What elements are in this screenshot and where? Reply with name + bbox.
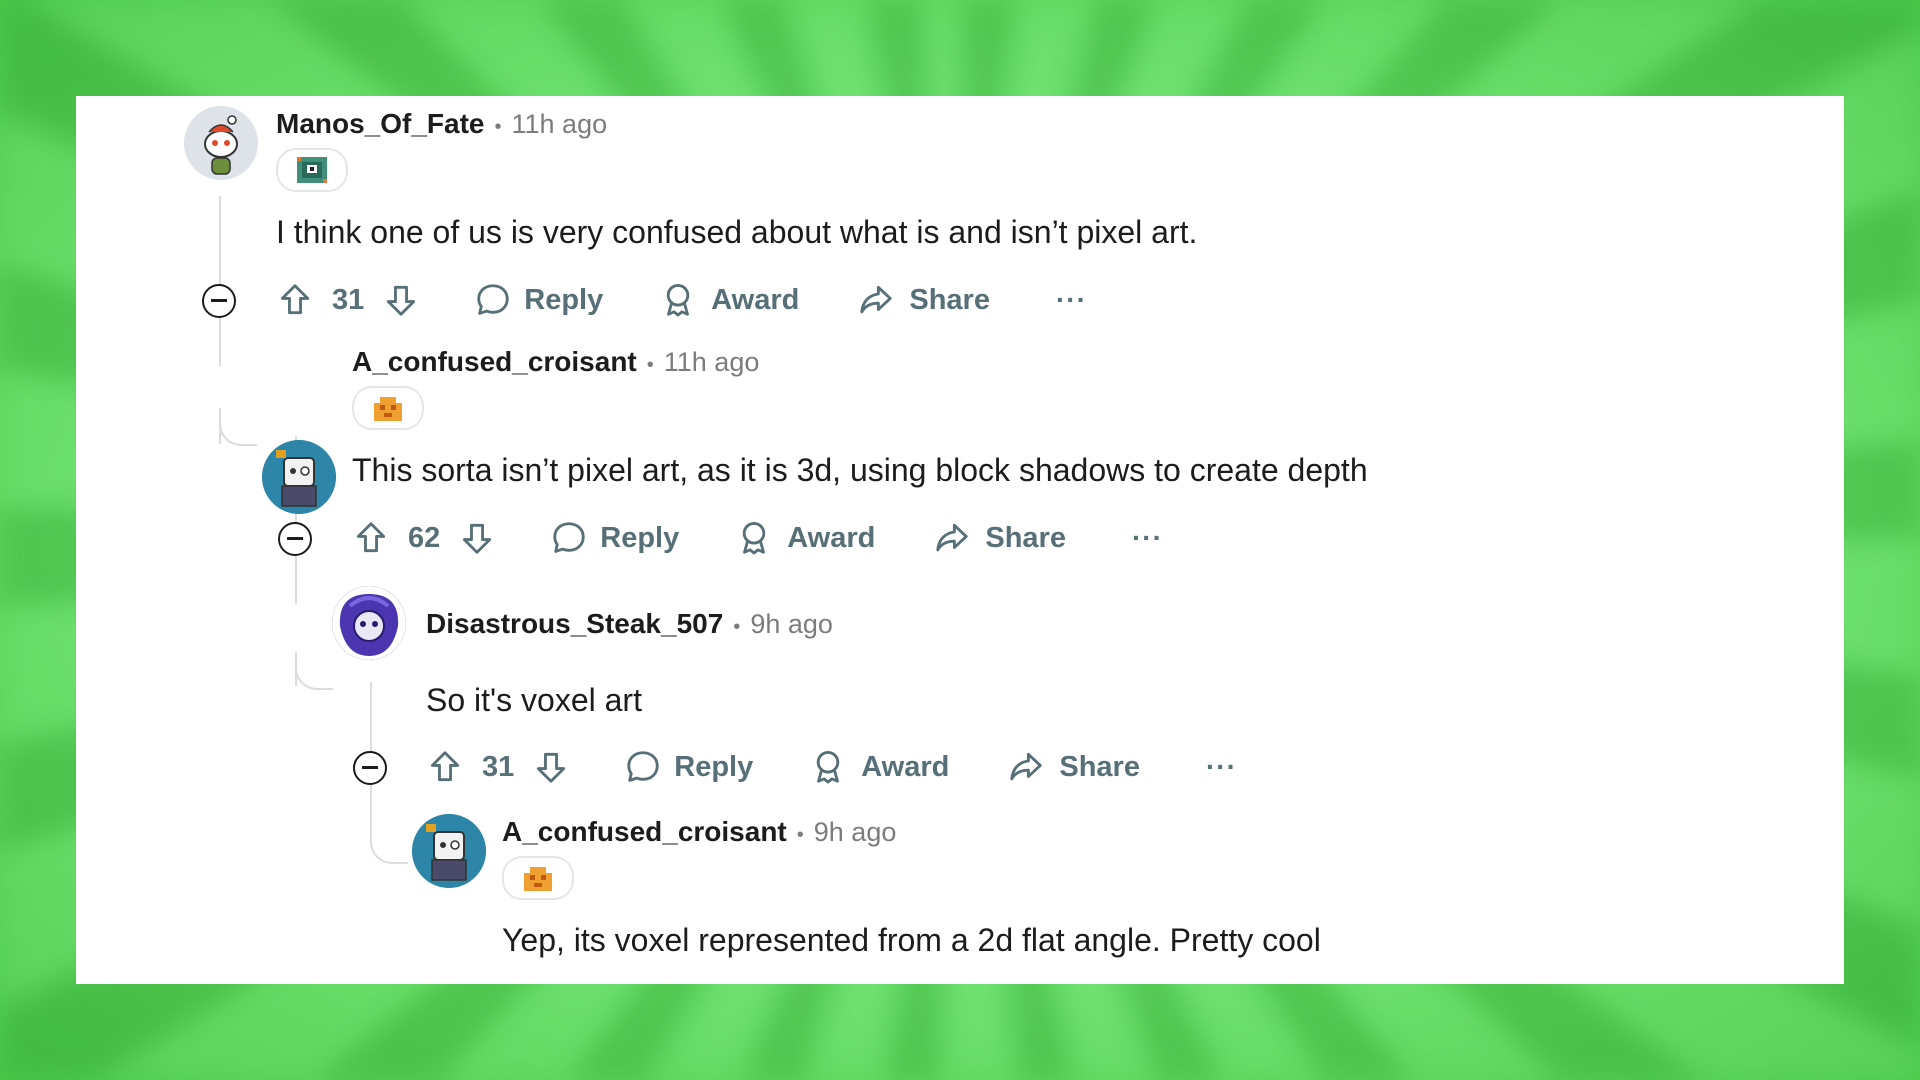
separator-dot: • (646, 354, 654, 376)
vote-count: 62 (408, 521, 441, 554)
share-arrow-icon (860, 285, 893, 314)
arrow-down-icon (387, 285, 416, 316)
share-button[interactable]: Share (1007, 748, 1140, 786)
avatar[interactable] (184, 106, 258, 180)
arrow-up-icon (280, 284, 310, 315)
speech-bubble-icon (627, 751, 659, 782)
share-arrow-icon (1010, 752, 1043, 781)
award-label: Award (861, 750, 950, 783)
award-ribbon-icon (743, 522, 766, 555)
share-label: Share (909, 283, 990, 316)
avatar[interactable] (412, 814, 486, 888)
arrow-up-icon (356, 522, 386, 553)
award-button[interactable]: Award (809, 748, 949, 786)
author-name[interactable]: Manos_Of_Fate (276, 108, 485, 140)
award-label: Award (787, 521, 876, 554)
avatar[interactable] (262, 440, 336, 514)
upvote-button[interactable] (276, 281, 314, 319)
author-name[interactable]: Disastrous_Steak_507 (426, 608, 723, 640)
timestamp[interactable]: 11h ago (512, 109, 608, 140)
upvote-button[interactable] (426, 748, 464, 786)
collapse-button[interactable] (202, 284, 236, 318)
separator-dot: • (733, 616, 741, 638)
vote-count: 31 (332, 283, 365, 316)
timestamp[interactable]: 11h ago (664, 347, 760, 378)
user-flair (352, 386, 424, 430)
user-flair (276, 148, 348, 192)
arrow-down-icon (463, 523, 492, 554)
comment-body: So it's voxel art (426, 682, 642, 718)
comment-thread-card: Manos_Of_Fate • 11h ago I think one of u… (76, 96, 1844, 984)
award-ribbon-icon (667, 284, 690, 317)
timestamp[interactable]: 9h ago (750, 609, 833, 640)
separator-dot: • (494, 116, 502, 138)
thread-branch (370, 826, 408, 864)
collapse-button[interactable] (353, 751, 387, 785)
downvote-button[interactable] (458, 519, 496, 557)
comment-header: A_confused_croisant • 9h ago (502, 816, 896, 848)
separator-dot: • (796, 824, 804, 846)
more-options-button[interactable]: ··· (1132, 522, 1163, 554)
downvote-button[interactable] (382, 281, 420, 319)
award-button[interactable]: Award (735, 519, 875, 557)
comment-body: Yep, its voxel represented from a 2d fla… (502, 922, 1321, 958)
share-label: Share (985, 521, 1066, 554)
timestamp[interactable]: 9h ago (814, 817, 897, 848)
author-name[interactable]: A_confused_croisant (352, 346, 637, 378)
collapse-button[interactable] (278, 522, 312, 556)
vote-count: 31 (482, 750, 515, 783)
avatar[interactable] (332, 586, 406, 660)
award-button[interactable]: Award (659, 281, 799, 319)
share-label: Share (1059, 750, 1140, 783)
comment-header: Disastrous_Steak_507 • 9h ago (426, 608, 833, 640)
comment-body: This sorta isn’t pixel art, as it is 3d,… (352, 452, 1368, 488)
reply-button[interactable]: Reply (474, 281, 603, 319)
comment: Manos_Of_Fate • 11h ago I think one of u… (76, 96, 1844, 336)
comment-actions: 31 Reply Award Share ··· (426, 745, 1237, 789)
thread-branch (295, 652, 333, 690)
reply-button[interactable]: Reply (624, 748, 753, 786)
reply-label: Reply (674, 750, 754, 783)
share-button[interactable]: Share (933, 519, 1066, 557)
share-button[interactable]: Share (857, 281, 990, 319)
upvote-button[interactable] (352, 519, 390, 557)
comment-actions: 62 Reply Award Share ··· (352, 516, 1163, 560)
comment-header: A_confused_croisant • 11h ago (352, 346, 759, 378)
speech-bubble-icon (477, 284, 509, 315)
arrow-down-icon (537, 752, 566, 783)
arrow-up-icon (430, 751, 460, 782)
reply-button[interactable]: Reply (550, 519, 679, 557)
author-name[interactable]: A_confused_croisant (502, 816, 787, 848)
award-ribbon-icon (817, 751, 840, 784)
more-options-button[interactable]: ··· (1056, 284, 1087, 316)
reply-label: Reply (524, 283, 604, 316)
speech-bubble-icon (553, 522, 585, 553)
share-arrow-icon (936, 523, 969, 552)
comment-actions: 31 Reply Award Share ··· (276, 278, 1087, 322)
award-label: Award (711, 283, 800, 316)
downvote-button[interactable] (532, 748, 570, 786)
more-options-button[interactable]: ··· (1206, 751, 1237, 783)
comment-header: Manos_Of_Fate • 11h ago (276, 108, 607, 140)
reply-label: Reply (600, 521, 680, 554)
user-flair (502, 856, 574, 900)
comment-body: I think one of us is very confused about… (276, 214, 1198, 250)
